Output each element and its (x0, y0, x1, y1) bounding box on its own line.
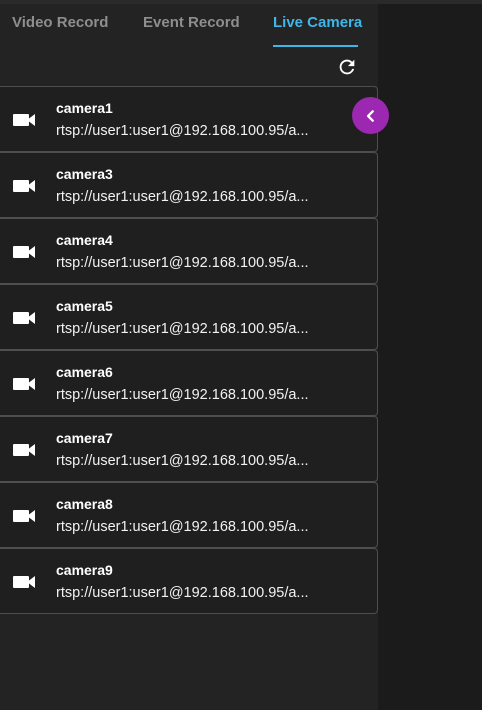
tab-bar: Video Record Event Record Live Camera (0, 0, 378, 48)
tab-event-record[interactable]: Event Record (143, 14, 240, 31)
camera-url: rtsp://user1:user1@192.168.100.95/a... (56, 585, 309, 601)
window-top-edge (0, 0, 482, 4)
tab-video-record[interactable]: Video Record (12, 14, 108, 31)
videocam-icon (13, 378, 35, 390)
camera-name: camera7 (56, 430, 113, 446)
camera-name: camera8 (56, 496, 113, 512)
camera-url: rtsp://user1:user1@192.168.100.95/a... (56, 453, 309, 469)
collapse-panel-button[interactable] (352, 97, 389, 134)
videocam-icon (13, 312, 35, 324)
camera-list-item[interactable]: camera7 rtsp://user1:user1@192.168.100.9… (0, 416, 378, 482)
camera-panel: Video Record Event Record Live Camera ca… (0, 0, 378, 710)
camera-url: rtsp://user1:user1@192.168.100.95/a... (56, 321, 309, 337)
camera-name: camera5 (56, 298, 113, 314)
camera-name: camera4 (56, 232, 113, 248)
camera-url: rtsp://user1:user1@192.168.100.95/a... (56, 519, 309, 535)
videocam-icon (13, 114, 35, 126)
refresh-icon (339, 59, 355, 75)
videocam-icon (13, 180, 35, 192)
videocam-icon (13, 444, 35, 456)
camera-list-item[interactable]: camera3 rtsp://user1:user1@192.168.100.9… (0, 152, 378, 218)
active-tab-indicator (273, 45, 358, 47)
camera-name: camera1 (56, 100, 113, 116)
camera-list-item[interactable]: camera5 rtsp://user1:user1@192.168.100.9… (0, 284, 378, 350)
camera-list-item[interactable]: camera1 rtsp://user1:user1@192.168.100.9… (0, 86, 378, 152)
camera-name: camera9 (56, 562, 113, 578)
videocam-icon (13, 246, 35, 258)
tab-live-camera[interactable]: Live Camera (273, 14, 362, 31)
camera-list-item[interactable]: camera9 rtsp://user1:user1@192.168.100.9… (0, 548, 378, 614)
camera-list: camera1 rtsp://user1:user1@192.168.100.9… (0, 86, 378, 614)
refresh-button[interactable] (334, 54, 360, 80)
chevron-left-icon (366, 109, 374, 122)
camera-list-item[interactable]: camera6 rtsp://user1:user1@192.168.100.9… (0, 350, 378, 416)
videocam-icon (13, 576, 35, 588)
videocam-icon (13, 510, 35, 522)
camera-url: rtsp://user1:user1@192.168.100.95/a... (56, 189, 309, 205)
camera-url: rtsp://user1:user1@192.168.100.95/a... (56, 387, 309, 403)
camera-name: camera3 (56, 166, 113, 182)
camera-url: rtsp://user1:user1@192.168.100.95/a... (56, 255, 309, 271)
main-view-area (378, 0, 482, 710)
camera-list-item[interactable]: camera8 rtsp://user1:user1@192.168.100.9… (0, 482, 378, 548)
camera-url: rtsp://user1:user1@192.168.100.95/a... (56, 123, 309, 139)
camera-list-item[interactable]: camera4 rtsp://user1:user1@192.168.100.9… (0, 218, 378, 284)
camera-name: camera6 (56, 364, 113, 380)
